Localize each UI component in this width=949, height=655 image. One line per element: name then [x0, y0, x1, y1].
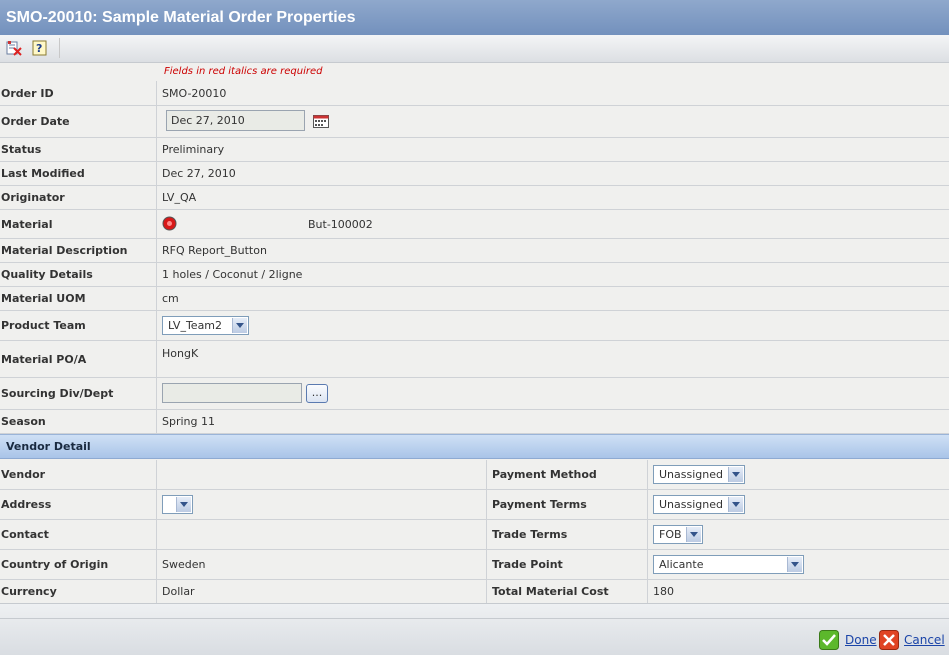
row-material: Material But-100002: [0, 210, 949, 239]
order-date-field[interactable]: Dec 27, 2010: [166, 110, 305, 131]
row-country: Country of Origin Sweden Trade Point: [0, 550, 949, 580]
address-select[interactable]: [162, 495, 193, 514]
chevron-down-icon[interactable]: [728, 467, 743, 482]
row-vendor: Vendor Payment Method: [0, 460, 949, 490]
trade-terms-select[interactable]: FOB: [653, 525, 703, 544]
window-title: SMO-20010: Sample Material Order Propert…: [0, 0, 949, 35]
country-value: Sweden: [162, 558, 206, 571]
chevron-down-icon[interactable]: [728, 497, 743, 512]
status-value: Preliminary: [162, 143, 225, 156]
material-value[interactable]: But-100002: [308, 218, 373, 231]
cancel-x-icon[interactable]: [879, 630, 899, 653]
svg-text:?: ?: [36, 42, 42, 55]
row-contact: Contact Trade Terms: [0, 520, 949, 550]
vendor-label: Vendor: [1, 468, 46, 481]
chevron-down-icon[interactable]: [232, 318, 247, 333]
material-description-label: Material Description: [1, 244, 128, 257]
total-cost-label: Total Material Cost: [492, 585, 609, 598]
help-icon[interactable]: ?: [32, 40, 48, 56]
chevron-down-icon[interactable]: [176, 497, 191, 512]
row-material-poa: Material PO/A HongK: [0, 341, 949, 378]
sourcing-label: Sourcing Div/Dept: [1, 387, 114, 400]
status-label: Status: [1, 143, 42, 156]
row-address: Address Payment Terms: [0, 490, 949, 520]
product-team-select[interactable]: LV_Team2: [162, 316, 249, 335]
material-poa-value: HongK: [162, 347, 199, 360]
contact-label: Contact: [1, 528, 49, 541]
cancel-button[interactable]: Cancel: [904, 633, 945, 647]
row-material-uom: Material UOM cm: [0, 287, 949, 311]
material-status-icon: [162, 216, 177, 234]
sourcing-input[interactable]: [162, 383, 302, 403]
chevron-down-icon[interactable]: [787, 557, 802, 572]
required-note: Fields in red italics are required: [164, 66, 323, 77]
quality-details-value: 1 holes / Coconut / 2ligne: [162, 268, 303, 281]
row-status: Status Preliminary: [0, 138, 949, 162]
row-sourcing: Sourcing Div/Dept: [0, 378, 949, 410]
country-label: Country of Origin: [1, 558, 109, 571]
season-label: Season: [1, 415, 46, 428]
order-date-label: Order Date: [1, 115, 70, 128]
sourcing-browse-button[interactable]: ...: [306, 384, 328, 403]
calendar-icon[interactable]: [313, 115, 329, 131]
material-description-value: RFQ Report_Button: [162, 244, 267, 257]
material-uom-label: Material UOM: [1, 292, 86, 305]
toolbar: ?: [0, 35, 949, 63]
quality-details-label: Quality Details: [1, 268, 93, 281]
row-quality-details: Quality Details 1 holes / Coconut / 2lig…: [0, 263, 949, 287]
payment-terms-select[interactable]: Unassigned: [653, 495, 745, 514]
payment-terms-label: Payment Terms: [492, 498, 587, 511]
row-material-description: Material Description RFQ Report_Button: [0, 239, 949, 263]
total-cost-value: 180: [653, 585, 674, 598]
payment-method-label: Payment Method: [492, 468, 597, 481]
vendor-detail-header: Vendor Detail: [0, 434, 949, 459]
last-modified-value: Dec 27, 2010: [162, 167, 236, 180]
order-id-value: SMO-20010: [162, 87, 227, 100]
order-id-label: Order ID: [1, 87, 54, 100]
last-modified-label: Last Modified: [1, 167, 85, 180]
done-check-icon[interactable]: [819, 630, 839, 653]
row-currency: Currency Dollar Total Material Cost 180: [0, 580, 949, 604]
row-season: Season Spring 11: [0, 410, 949, 434]
row-order-id: Order ID SMO-20010: [0, 81, 949, 106]
toolbar-separator: [59, 38, 60, 58]
done-button[interactable]: Done: [845, 633, 877, 647]
material-uom-value: cm: [162, 292, 179, 305]
edit-clear-icon[interactable]: [6, 40, 22, 56]
currency-label: Currency: [1, 585, 57, 598]
trade-point-label: Trade Point: [492, 558, 563, 571]
row-order-date: Order Date: [0, 106, 949, 138]
season-value: Spring 11: [162, 415, 215, 428]
trade-point-value: Alicante: [659, 558, 704, 571]
material-label: Material: [1, 218, 53, 231]
trade-terms-label: Trade Terms: [492, 528, 568, 541]
trade-point-select[interactable]: Alicante: [653, 555, 804, 574]
product-team-value: LV_Team2: [168, 319, 223, 332]
payment-method-select[interactable]: Unassigned: [653, 465, 745, 484]
address-label: Address: [1, 498, 52, 511]
material-poa-label: Material PO/A: [1, 353, 87, 366]
row-last-modified: Last Modified Dec 27, 2010: [0, 162, 949, 186]
payment-terms-value: Unassigned: [659, 498, 723, 511]
chevron-down-icon[interactable]: [686, 527, 701, 542]
currency-value: Dollar: [162, 585, 195, 598]
payment-method-value: Unassigned: [659, 468, 723, 481]
row-product-team: Product Team: [0, 311, 949, 341]
product-team-label: Product Team: [1, 319, 86, 332]
footer-bar: [0, 603, 949, 655]
originator-label: Originator: [1, 191, 65, 204]
row-originator: Originator LV_QA: [0, 186, 949, 210]
trade-terms-value: FOB: [659, 528, 682, 541]
originator-value: LV_QA: [162, 191, 197, 204]
